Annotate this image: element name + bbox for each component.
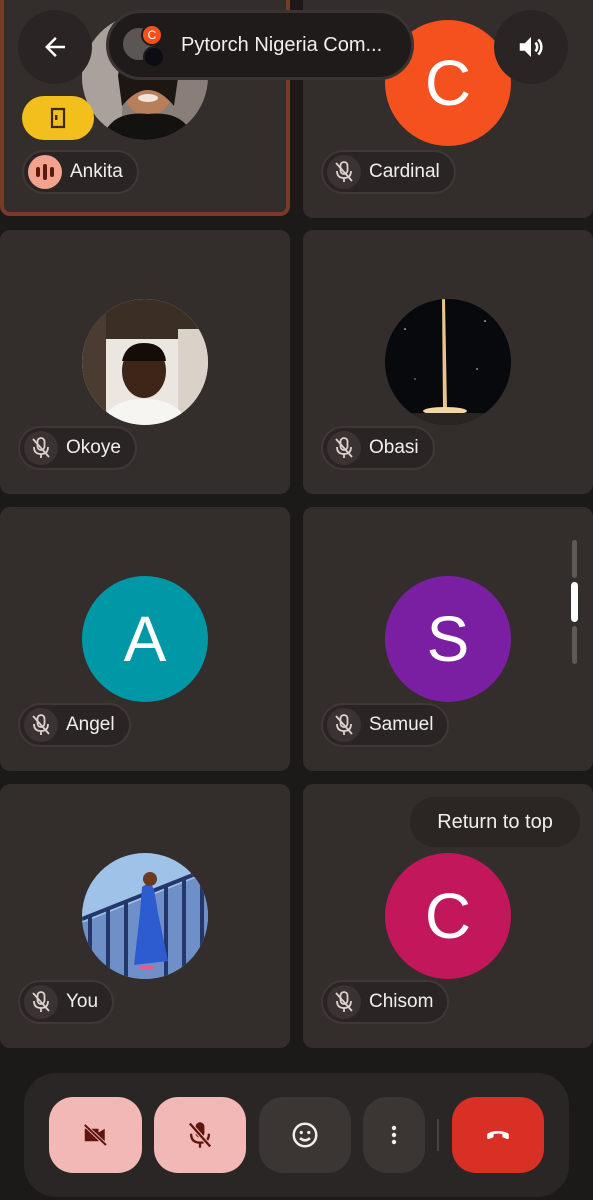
microphone-toggle-button[interactable]: [154, 1097, 246, 1173]
participant-name-pill: Angel: [18, 703, 131, 747]
leave-room-chip[interactable]: [22, 96, 94, 140]
group-badge-letter: C: [147, 28, 157, 42]
participant-name: Obasi: [369, 437, 419, 458]
mic-off-icon: [327, 155, 361, 189]
mic-off-icon: [24, 708, 58, 742]
participant-name: Cardinal: [369, 161, 440, 182]
participant-name: Chisom: [369, 991, 434, 1012]
door-icon: [50, 107, 66, 129]
volume-icon: [519, 37, 543, 57]
more-options-button[interactable]: [363, 1097, 425, 1173]
audio-output-button[interactable]: [494, 10, 568, 84]
back-button[interactable]: [18, 10, 92, 84]
mic-off-icon: [327, 431, 361, 465]
participant-name: Angel: [66, 714, 115, 735]
speaking-indicator-icon: [28, 155, 62, 189]
participant-name-pill: Obasi: [321, 426, 435, 470]
camera-toggle-button[interactable]: [49, 1097, 142, 1173]
meeting-title-chip[interactable]: C Pytorch Nigeria Com...: [106, 10, 414, 80]
meeting-title: Pytorch Nigeria Com...: [181, 33, 383, 56]
participant-grid: Ankita C Cardinal Okoye Obasi A Angel S …: [0, 0, 593, 1060]
return-to-top-button[interactable]: Return to top: [410, 797, 580, 847]
controls-divider: [437, 1119, 439, 1151]
participant-avatar-letter: C: [385, 853, 511, 979]
participant-tile-obasi[interactable]: Obasi: [303, 230, 593, 494]
arrow-back-icon: [45, 37, 65, 57]
mic-off-icon: [24, 431, 58, 465]
participant-photo: [385, 299, 511, 425]
mic-off-icon: [327, 708, 361, 742]
participant-avatar-letter: S: [385, 576, 511, 702]
emoji-icon: [292, 1122, 318, 1148]
mic-off-icon: [24, 985, 58, 1019]
reactions-button[interactable]: [259, 1097, 351, 1173]
end-call-button[interactable]: [452, 1097, 544, 1173]
scroll-track-lower: [572, 626, 577, 664]
participant-name-pill: Ankita: [22, 150, 139, 194]
scroll-track-upper: [572, 540, 577, 578]
participant-name-pill: Okoye: [18, 426, 137, 470]
participant-name-pill: Samuel: [321, 703, 450, 747]
more-vert-icon: [391, 1125, 397, 1145]
participant-name: Samuel: [369, 714, 434, 735]
participant-tile-samuel[interactable]: S Samuel: [303, 507, 593, 771]
participant-tile-angel[interactable]: A Angel: [0, 507, 290, 771]
participant-illustration: [82, 853, 208, 979]
participant-name: Ankita: [70, 161, 123, 182]
participant-name-pill: Chisom: [321, 980, 450, 1024]
participant-tile-you[interactable]: You: [0, 784, 290, 1048]
end-call-icon: [487, 1131, 509, 1140]
mic-off-icon: [327, 985, 361, 1019]
participant-name-pill: Cardinal: [321, 150, 456, 194]
participant-name: Okoye: [66, 437, 121, 458]
participant-tile-okoye[interactable]: Okoye: [0, 230, 290, 494]
mic-off-icon: [188, 1122, 212, 1148]
participant-name: You: [66, 991, 99, 1012]
participant-avatar-letter: A: [82, 576, 208, 702]
participant-name-pill: You: [18, 980, 115, 1024]
participant-photo: [82, 299, 208, 425]
camera-off-icon: [82, 1123, 107, 1147]
group-avatars: C: [121, 22, 167, 68]
scrollbar-thumb[interactable]: [571, 582, 578, 622]
